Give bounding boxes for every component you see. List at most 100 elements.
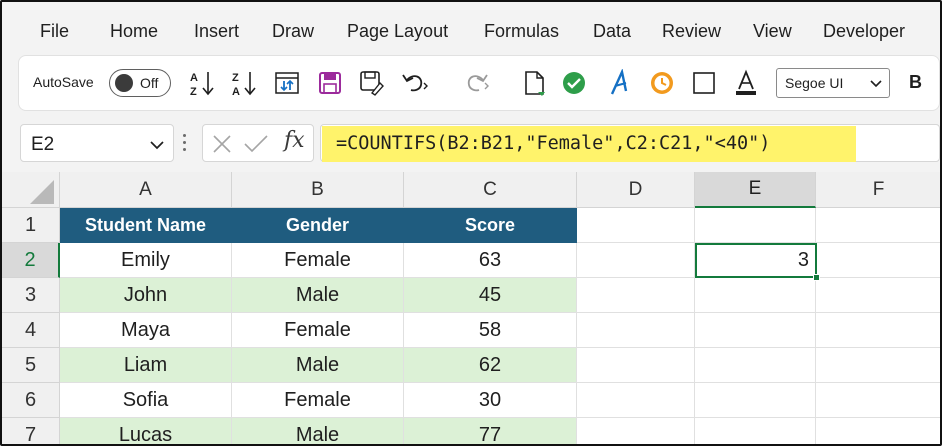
row-header-4[interactable]: 4 bbox=[2, 313, 60, 348]
column-header-e[interactable]: E bbox=[695, 172, 816, 208]
cell-f6[interactable] bbox=[816, 383, 940, 418]
save-as-icon[interactable] bbox=[357, 68, 387, 98]
cell-f3[interactable] bbox=[816, 278, 940, 313]
chevron-down-icon[interactable] bbox=[149, 137, 165, 158]
table-cell[interactable]: Maya bbox=[60, 313, 232, 348]
menu-file[interactable]: File bbox=[40, 21, 69, 42]
text-effects-icon[interactable] bbox=[605, 68, 635, 98]
refresh-data-icon[interactable] bbox=[272, 68, 302, 98]
column-header-a[interactable]: A bbox=[60, 172, 232, 208]
enter-check-icon[interactable] bbox=[243, 133, 269, 160]
menu-home[interactable]: Home bbox=[110, 21, 158, 42]
font-name-select[interactable]: Segoe UI bbox=[776, 68, 890, 98]
active-cell-border bbox=[695, 243, 817, 278]
cell-e3[interactable] bbox=[695, 278, 816, 313]
autosave-toggle[interactable]: Off bbox=[109, 69, 171, 97]
chevron-down-icon bbox=[869, 76, 883, 95]
menu-review[interactable]: Review bbox=[662, 21, 721, 42]
table-header-gender[interactable]: Gender bbox=[232, 208, 404, 243]
cell-d5[interactable] bbox=[577, 348, 695, 383]
column-header-f[interactable]: F bbox=[816, 172, 940, 208]
table-cell[interactable]: 30 bbox=[404, 383, 577, 418]
quick-access-toolbar: AutoSave Off A Z Z A Segoe UI B bbox=[18, 55, 940, 111]
table-cell[interactable]: Sofia bbox=[60, 383, 232, 418]
more-options-icon[interactable] bbox=[183, 134, 187, 152]
bold-button[interactable]: B bbox=[909, 72, 922, 93]
table-cell[interactable]: Liam bbox=[60, 348, 232, 383]
cell-d6[interactable] bbox=[577, 383, 695, 418]
svg-text:A: A bbox=[190, 72, 198, 84]
cell-f2[interactable] bbox=[816, 243, 940, 278]
cell-e5[interactable] bbox=[695, 348, 816, 383]
fill-handle[interactable] bbox=[813, 274, 820, 281]
clock-icon[interactable] bbox=[647, 68, 677, 98]
table-cell[interactable]: Lucas bbox=[60, 418, 232, 444]
checkmark-circle-icon[interactable] bbox=[559, 68, 589, 98]
cell-f4[interactable] bbox=[816, 313, 940, 348]
table-cell[interactable]: Female bbox=[232, 383, 404, 418]
menu-formulas[interactable]: Formulas bbox=[484, 21, 559, 42]
autosave-label: AutoSave bbox=[33, 74, 94, 90]
table-header-student-name[interactable]: Student Name bbox=[60, 208, 232, 243]
row-header-6[interactable]: 6 bbox=[2, 383, 60, 418]
column-header-d[interactable]: D bbox=[577, 172, 695, 208]
table-cell[interactable]: Female bbox=[232, 243, 404, 278]
cell-d2[interactable] bbox=[577, 243, 695, 278]
menu-view[interactable]: View bbox=[753, 21, 792, 42]
cell-d7[interactable] bbox=[577, 418, 695, 444]
table-cell[interactable]: 58 bbox=[404, 313, 577, 348]
select-all-button[interactable] bbox=[2, 172, 60, 208]
cell-e7[interactable] bbox=[695, 418, 816, 444]
autosave-state: Off bbox=[140, 75, 159, 91]
table-cell[interactable]: Female bbox=[232, 313, 404, 348]
cell-d4[interactable] bbox=[577, 313, 695, 348]
cell-e4[interactable] bbox=[695, 313, 816, 348]
cell-f5[interactable] bbox=[816, 348, 940, 383]
table-cell[interactable]: Male bbox=[232, 418, 404, 444]
menu-developer[interactable]: Developer bbox=[823, 21, 905, 42]
table-cell[interactable]: 63 bbox=[404, 243, 577, 278]
table-cell[interactable]: 62 bbox=[404, 348, 577, 383]
cell-f7[interactable] bbox=[816, 418, 940, 444]
new-document-icon[interactable] bbox=[519, 68, 549, 98]
cell-d1[interactable] bbox=[577, 208, 695, 243]
row-header-5[interactable]: 5 bbox=[2, 348, 60, 383]
table-cell[interactable]: Male bbox=[232, 278, 404, 313]
column-header-c[interactable]: C bbox=[404, 172, 577, 208]
toggle-knob bbox=[115, 74, 133, 92]
cancel-icon[interactable] bbox=[211, 133, 233, 160]
insert-function-button[interactable]: fx bbox=[284, 128, 305, 153]
menu-page-layout[interactable]: Page Layout bbox=[347, 21, 448, 42]
svg-text:A: A bbox=[232, 86, 240, 97]
row-header-2[interactable]: 2 bbox=[2, 243, 60, 278]
formula-text[interactable]: =COUNTIFS(B2:B21,"Female",C2:C21,"<40") bbox=[336, 133, 770, 154]
row-header-3[interactable]: 3 bbox=[2, 278, 60, 313]
menu-draw[interactable]: Draw bbox=[272, 21, 314, 42]
save-icon[interactable] bbox=[315, 68, 345, 98]
excel-window: File Home Insert Draw Page Layout Formul… bbox=[0, 0, 942, 446]
cell-e1[interactable] bbox=[695, 208, 816, 243]
name-box[interactable]: E2 bbox=[20, 124, 174, 162]
border-icon[interactable] bbox=[689, 68, 719, 98]
svg-text:Z: Z bbox=[232, 72, 239, 84]
redo-icon[interactable] bbox=[461, 68, 491, 98]
sort-ascending-icon[interactable]: A Z bbox=[187, 68, 217, 98]
cell-e6[interactable] bbox=[695, 383, 816, 418]
row-header-1[interactable]: 1 bbox=[2, 208, 60, 243]
row-header-7[interactable]: 7 bbox=[2, 418, 60, 444]
table-cell[interactable]: Male bbox=[232, 348, 404, 383]
sort-descending-icon[interactable]: Z A bbox=[229, 68, 259, 98]
table-header-score[interactable]: Score bbox=[404, 208, 577, 243]
cell-f1[interactable] bbox=[816, 208, 940, 243]
table-cell[interactable]: John bbox=[60, 278, 232, 313]
table-cell[interactable]: 45 bbox=[404, 278, 577, 313]
menu-data[interactable]: Data bbox=[593, 21, 631, 42]
cell-d3[interactable] bbox=[577, 278, 695, 313]
undo-icon[interactable] bbox=[399, 68, 429, 98]
menu-insert[interactable]: Insert bbox=[194, 21, 239, 42]
column-header-b[interactable]: B bbox=[232, 172, 404, 208]
table-cell[interactable]: 77 bbox=[404, 418, 577, 444]
font-color-icon[interactable] bbox=[731, 68, 761, 98]
table-cell[interactable]: Emily bbox=[60, 243, 232, 278]
menu-bar: File Home Insert Draw Page Layout Formul… bbox=[2, 2, 940, 52]
